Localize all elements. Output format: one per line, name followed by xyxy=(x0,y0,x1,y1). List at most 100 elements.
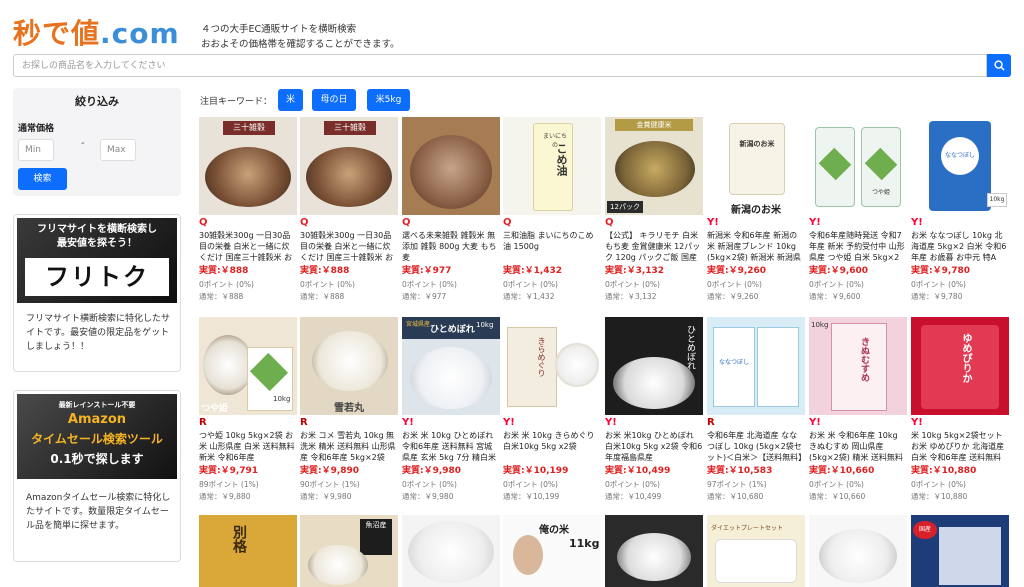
site-logo[interactable]: 秒で値.com xyxy=(13,16,185,52)
product-title[interactable]: 新潟米 令和6年産 新潟の米 新潟産ブレンド 10kg (5kg×2袋) 新潟米… xyxy=(707,230,805,263)
product-card[interactable] xyxy=(809,515,907,587)
product-image[interactable]: 俺の米 11kg xyxy=(503,515,601,587)
product-card[interactable]: ななつぼし R 令和6年産 北海道産 ななつぼし 10kg (5kg×2袋セット… xyxy=(707,317,805,513)
qoo10-source-icon: Q xyxy=(605,217,614,228)
keyword-chip-rice-5kg[interactable]: 米5kg xyxy=(367,89,410,111)
product-image[interactable]: つや姫 10kg xyxy=(199,317,297,415)
product-image[interactable] xyxy=(809,515,907,587)
product-points: 90ポイント (1%) xyxy=(300,480,360,489)
product-title[interactable]: 選べる未来雑穀 雑穀米 無添加 雑穀 800g 大麦 もち麦 xyxy=(402,230,500,263)
yahoo-source-icon: Y! xyxy=(707,217,719,228)
product-card[interactable]: ゆめぴりか Y! 米 10kg 5kg×2袋セット お米 ゆめぴりか 北海道産 … xyxy=(911,317,1009,513)
yahoo-source-icon: Y! xyxy=(503,417,515,428)
keyword-label: 注目キーワード： xyxy=(200,97,273,107)
product-title[interactable]: 三和油脂 まいにちのこめ油 1500g xyxy=(503,230,601,263)
product-price: 実質:￥1,432 xyxy=(503,266,563,276)
promo-amazon-timesale[interactable]: 最新レインストール不要 Amazon タイムセール検索ツール 0.1秒で探します… xyxy=(13,390,181,562)
keyword-chip-mothers-day[interactable]: 母の日 xyxy=(312,89,356,111)
product-card[interactable]: Q 選べる未来雑穀 雑穀米 無添加 雑穀 800g 大麦 もち麦 実質:￥977… xyxy=(402,117,500,313)
product-title[interactable]: つや姫 10kg 5kg×2袋 お米 山形県産 白米 送料無料 新米 令和6年産 xyxy=(199,430,297,463)
product-title[interactable]: お米 米 10kg ひとめぼれ 令和6年産 送料無料 宮城県産 玄米 5kg 7… xyxy=(402,430,500,463)
product-card[interactable]: 国産 xyxy=(911,515,1009,587)
product-image[interactable]: 三十雑穀 xyxy=(300,117,398,215)
product-image[interactable]: まいにちの こめ油 xyxy=(503,117,601,215)
product-card[interactable]: 金賞健康米 12パック Q 【公式】 キラリモチ 白米 もち麦 金賞健康米 12… xyxy=(605,117,703,313)
product-normal-price: 通常：￥9,880 xyxy=(199,492,251,501)
logo-text-domain: .com xyxy=(100,17,180,50)
keyword-chip-rice[interactable]: 米 xyxy=(278,89,303,111)
product-image[interactable]: 新潟のお米 新潟のお米 xyxy=(707,117,805,215)
product-card[interactable]: 魚沼産 xyxy=(300,515,398,587)
product-title[interactable]: 令和6年産 北海道産 ななつぼし 10kg (5kg×2袋セット)＜白米＞【送料… xyxy=(707,430,805,463)
product-title[interactable]: 30雑穀米300g 一日30品目の栄養 白米と一緒に炊くだけ 国産三十雑穀米 お… xyxy=(300,230,398,263)
product-normal-price: 通常：￥1,432 xyxy=(503,292,555,301)
product-card[interactable]: 三十雑穀 Q 30雑穀米300g 一日30品目の栄養 白米と一緒に炊くだけ 国産… xyxy=(199,117,297,313)
product-card[interactable]: きらめぐり Y! お米 米 10kg きらめぐり 白米10kg 5kg x2袋 … xyxy=(503,317,601,513)
product-title[interactable]: お米 コメ 雪若丸 10kg 無洗米 精米 送料無料 山形県産 令和6年産 5k… xyxy=(300,430,398,463)
product-title[interactable]: お米 米10kg ひとめぼれ 白米10kg 5kg x2袋 令和6年度福島県産 xyxy=(605,430,703,463)
product-image[interactable]: きぬむすめ 10kg xyxy=(809,317,907,415)
product-title[interactable]: 【公式】 キラリモチ 白米 もち麦 金賞健康米 12パック 120g パックご飯… xyxy=(605,230,703,263)
product-card[interactable]: ダイエットプレートセット xyxy=(707,515,805,587)
product-image[interactable]: つや姫 xyxy=(809,117,907,215)
product-image[interactable]: ななつぼし xyxy=(707,317,805,415)
product-card[interactable]: 雪若丸 R お米 コメ 雪若丸 10kg 無洗米 精米 送料無料 山形県産 令和… xyxy=(300,317,398,513)
product-image[interactable]: 国産 xyxy=(911,515,1009,587)
product-card[interactable] xyxy=(402,515,500,587)
product-image[interactable] xyxy=(605,515,703,587)
product-points: 0ポイント (0%) xyxy=(503,480,558,489)
min-price-input[interactable]: Min xyxy=(18,139,54,161)
yahoo-source-icon: Y! xyxy=(911,417,923,428)
search-button[interactable] xyxy=(987,54,1011,77)
product-card[interactable]: ひとめぼれ Y! お米 米10kg ひとめぼれ 白米10kg 5kg x2袋 令… xyxy=(605,317,703,513)
rakuten-source-icon: R xyxy=(300,417,308,428)
product-title[interactable]: お米 米 10kg きらめぐり 白米10kg 5kg x2袋 xyxy=(503,430,601,463)
product-points: 0ポイント (0%) xyxy=(911,480,966,489)
product-image[interactable]: ダイエットプレートセット xyxy=(707,515,805,587)
search-input[interactable] xyxy=(13,54,987,77)
furitoku-logo: フリトク xyxy=(25,258,169,296)
furitoku-banner[interactable]: フリマサイトを横断検索し 最安値を探そう！ フリトク xyxy=(17,218,177,303)
promo-furitoku[interactable]: フリマサイトを横断検索し 最安値を探そう！ フリトク フリマサイト横断検索に特化… xyxy=(13,214,181,372)
product-points: 0ポイント (0%) xyxy=(809,480,864,489)
product-image[interactable]: きらめぐり xyxy=(503,317,601,415)
product-image[interactable]: 魚沼産 xyxy=(300,515,398,587)
product-image[interactable]: 宮城県産 ひとめぼれ 10kg xyxy=(402,317,500,415)
product-image[interactable] xyxy=(402,117,500,215)
product-title[interactable]: お米 ななつぼし 10kg 北海道産 5kg×2 白米 令和6年産 お歳暮 お中… xyxy=(911,230,1009,263)
product-card[interactable]: まいにちの こめ油 Q 三和油脂 まいにちのこめ油 1500g 実質:￥1,43… xyxy=(503,117,601,313)
product-card[interactable]: つや姫 Y! 令和6年産随時発送 令和7年産 新米 予約受付中 山形県産 つや姫… xyxy=(809,117,907,313)
product-image[interactable]: 金賞健康米 12パック xyxy=(605,117,703,215)
product-card[interactable]: 宮城県産 ひとめぼれ 10kg Y! お米 米 10kg ひとめぼれ 令和6年産… xyxy=(402,317,500,513)
product-image[interactable]: 別格 xyxy=(199,515,297,587)
yahoo-source-icon: Y! xyxy=(809,417,821,428)
product-image[interactable]: 雪若丸 xyxy=(300,317,398,415)
product-price: 実質:￥9,890 xyxy=(300,466,360,476)
product-card[interactable]: ななつぼし 10kg Y! お米 ななつぼし 10kg 北海道産 5kg×2 白… xyxy=(911,117,1009,313)
product-title[interactable]: 30雑穀米300g 一日30品目の栄養 白米と一緒に炊くだけ 国産三十雑穀米 お… xyxy=(199,230,297,263)
product-image[interactable]: ななつぼし 10kg xyxy=(911,117,1009,215)
product-card[interactable]: 三十雑穀 Q 30雑穀米300g 一日30品目の栄養 白米と一緒に炊くだけ 国産… xyxy=(300,117,398,313)
amazon-timesale-banner[interactable]: 最新レインストール不要 Amazon タイムセール検索ツール 0.1秒で探します xyxy=(17,394,177,479)
product-price: 実質:￥10,199 xyxy=(503,466,569,476)
product-card[interactable]: 別格 xyxy=(199,515,297,587)
product-image[interactable] xyxy=(402,515,500,587)
product-title[interactable]: 令和6年産随時発送 令和7年産 新米 予約受付中 山形県産 つや姫 白米 5kg… xyxy=(809,230,907,263)
max-price-input[interactable]: Max xyxy=(100,139,136,161)
product-card[interactable] xyxy=(605,515,703,587)
filter-search-button[interactable]: 検索 xyxy=(18,168,67,190)
product-title[interactable]: お米 米 令和6年産 10kg きぬむすめ 岡山県産 (5kg×2袋) 精米 送… xyxy=(809,430,907,463)
product-card[interactable]: つや姫 10kg R つや姫 10kg 5kg×2袋 お米 山形県産 白米 送料… xyxy=(199,317,297,513)
product-normal-price: 通常：￥888 xyxy=(199,292,244,301)
product-title[interactable]: 米 10kg 5kg×2袋セット お米 ゆめぴりか 北海道産 白米 令和6年産 … xyxy=(911,430,1009,463)
product-price: 実質:￥10,499 xyxy=(605,466,671,476)
product-card[interactable]: 新潟のお米 新潟のお米 Y! 新潟米 令和6年産 新潟の米 新潟産ブレンド 10… xyxy=(707,117,805,313)
product-card[interactable]: 俺の米 11kg xyxy=(503,515,601,587)
product-image[interactable]: 三十雑穀 xyxy=(199,117,297,215)
amazon-banner-line1: 最新レインストール不要 xyxy=(58,401,136,409)
product-price: 実質:￥888 xyxy=(199,266,249,276)
product-points: 0ポイント (0%) xyxy=(605,480,660,489)
product-card[interactable]: きぬむすめ 10kg Y! お米 米 令和6年産 10kg きぬむすめ 岡山県産… xyxy=(809,317,907,513)
product-image[interactable]: ゆめぴりか xyxy=(911,317,1009,415)
product-image[interactable]: ひとめぼれ xyxy=(605,317,703,415)
